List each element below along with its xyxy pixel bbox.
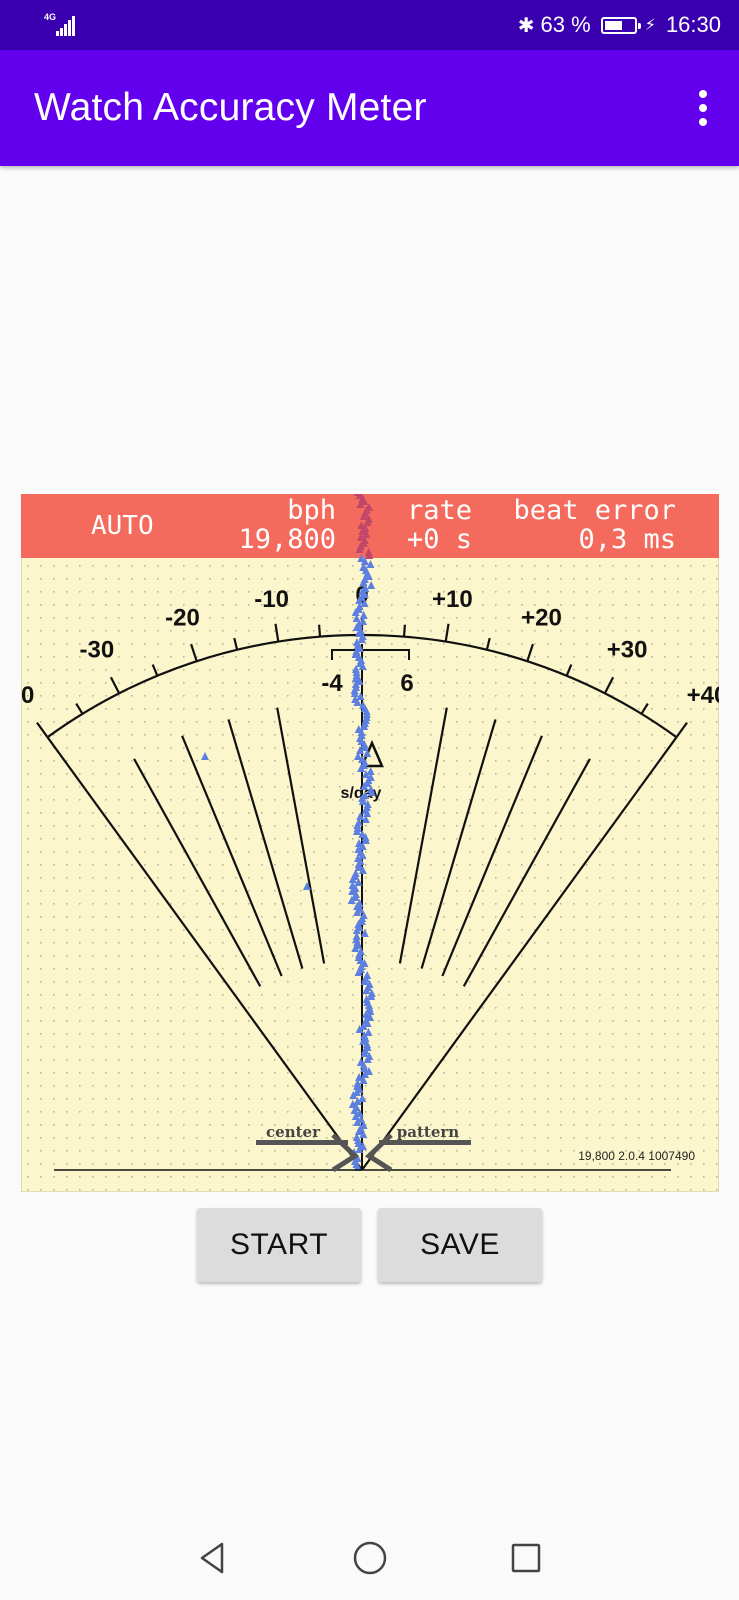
home-icon[interactable] bbox=[348, 1536, 392, 1580]
app-title: Watch Accuracy Meter bbox=[34, 86, 427, 129]
rate-label: rate bbox=[407, 495, 472, 526]
start-button[interactable]: START bbox=[197, 1208, 361, 1282]
scale-label: +30 bbox=[607, 637, 648, 664]
back-icon[interactable] bbox=[190, 1536, 234, 1580]
scale-label: +10 bbox=[432, 586, 473, 613]
beat-error-value: 0,3 ms bbox=[578, 524, 676, 555]
scale-tick bbox=[402, 624, 406, 637]
bph-value: 19,800 bbox=[238, 524, 336, 555]
bluetooth-icon: ✱ bbox=[517, 14, 535, 37]
save-button[interactable]: SAVE bbox=[378, 1208, 542, 1282]
scale-label: -40 bbox=[21, 682, 34, 709]
center-label: center bbox=[266, 1123, 321, 1141]
status-bar: 4G ✱ 63 % ⚡ 16:30 bbox=[0, 0, 739, 50]
mode-label: AUTO bbox=[91, 511, 154, 541]
scale-label: -30 bbox=[80, 637, 115, 664]
recents-icon[interactable] bbox=[504, 1536, 548, 1580]
scale-label: +20 bbox=[521, 604, 562, 631]
clock: 16:30 bbox=[665, 12, 721, 37]
accuracy-meter: AUTO bph 19,800 rate +0 s beat error 0,3… bbox=[21, 494, 719, 1192]
version-label: 19,800 2.0.4 1007490 bbox=[578, 1149, 695, 1163]
navigation-bar bbox=[0, 1520, 739, 1600]
battery-percent: 63 % bbox=[540, 12, 591, 37]
scale-label: -10 bbox=[254, 586, 289, 613]
battery-icon bbox=[600, 16, 641, 34]
tolerance-min-label: -4 bbox=[321, 670, 343, 697]
scale-tick bbox=[318, 624, 322, 637]
charging-icon: ⚡ bbox=[644, 17, 656, 34]
tolerance-max-label: 6 bbox=[400, 670, 413, 697]
beat-error-label: beat error bbox=[513, 495, 676, 526]
network-type: 4G bbox=[44, 12, 57, 22]
pattern-label: pattern bbox=[397, 1123, 460, 1141]
rate-value: +0 s bbox=[407, 524, 472, 555]
signal-icon: 4G bbox=[44, 12, 84, 38]
scale-label: -20 bbox=[165, 604, 200, 631]
bph-label: bph bbox=[287, 495, 336, 526]
overflow-menu-icon[interactable] bbox=[691, 86, 715, 130]
app-bar: Watch Accuracy Meter bbox=[0, 50, 739, 166]
scale-label: +40 bbox=[687, 682, 719, 709]
